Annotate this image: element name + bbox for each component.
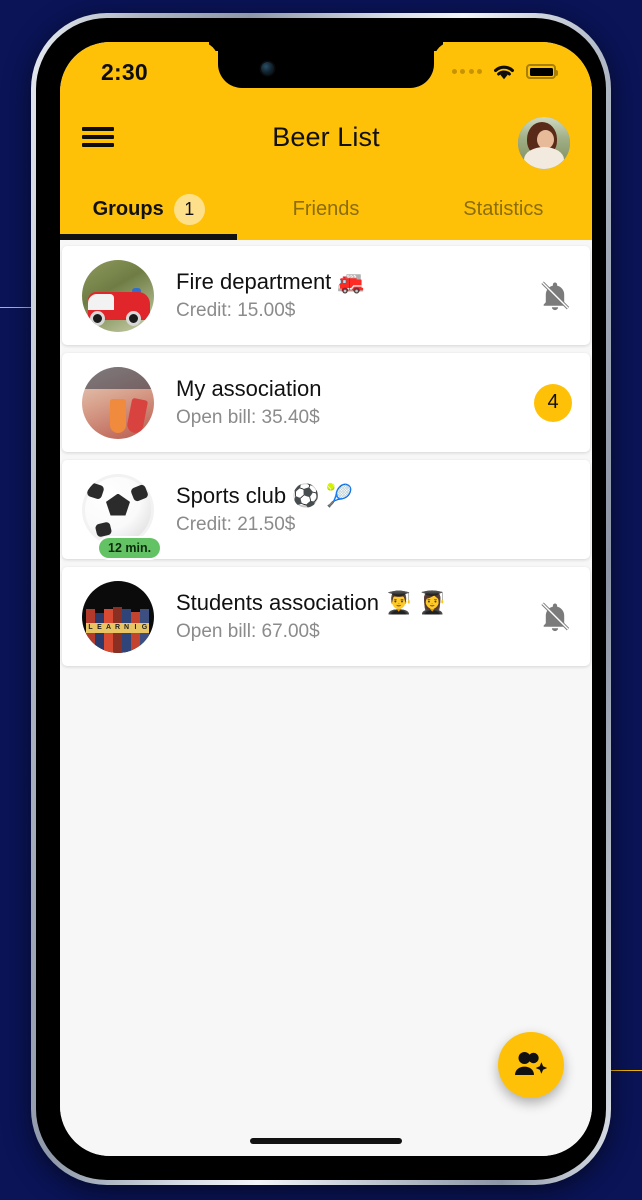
phone-notch bbox=[218, 42, 434, 88]
list-item[interactable]: My association Open bill: 35.40$ 4 bbox=[62, 353, 590, 452]
add-group-button[interactable] bbox=[498, 1032, 564, 1098]
battery-full-icon bbox=[526, 64, 558, 79]
tab-friends-label: Friends bbox=[292, 197, 360, 220]
page-title: Beer List bbox=[272, 122, 380, 152]
group-text: Students association 👨‍🎓 👩‍🎓 Open bill: … bbox=[154, 589, 538, 644]
phone-bezel: 2:30 Beer List Groups 1 Friends Statisti… bbox=[36, 18, 606, 1180]
group-subtitle: Open bill: 67.00$ bbox=[176, 621, 320, 643]
tab-groups-badge: 1 bbox=[173, 193, 205, 225]
phone-frame: 2:30 Beer List Groups 1 Friends Statisti… bbox=[31, 13, 611, 1185]
group-text: My association Open bill: 35.40$ bbox=[154, 375, 534, 430]
app-bar: Beer List bbox=[60, 104, 592, 178]
group-avatar-books: L E A R N I G bbox=[82, 580, 154, 653]
list-item[interactable]: 12 min. Sports club ⚽ 🎾 Credit: 21.50$ bbox=[62, 460, 590, 559]
group-title: Fire department 🚒 bbox=[176, 268, 365, 294]
group-avatar-soccer-ball bbox=[82, 473, 154, 546]
design-guide-line-left bbox=[0, 307, 33, 308]
group-avatar-drinks bbox=[82, 366, 154, 439]
group-title: Students association 👨‍🎓 👩‍🎓 bbox=[176, 589, 447, 615]
cellular-dots-icon bbox=[451, 69, 482, 74]
status-time: 2:30 bbox=[101, 59, 148, 85]
time-badge: 12 min. bbox=[99, 538, 161, 558]
group-subtitle: Credit: 15.00$ bbox=[176, 300, 296, 322]
add-group-member-icon bbox=[515, 1052, 548, 1075]
list-item[interactable]: Fire department 🚒 Credit: 15.00$ bbox=[62, 246, 590, 345]
group-text: Sports club ⚽ 🎾 Credit: 21.50$ bbox=[154, 482, 572, 537]
tab-bar: Groups 1 Friends Statistics bbox=[60, 178, 592, 240]
group-subtitle: Credit: 21.50$ bbox=[176, 514, 296, 536]
front-camera-icon bbox=[261, 62, 274, 75]
phone-screen: 2:30 Beer List Groups 1 Friends Statisti… bbox=[60, 42, 592, 1156]
home-indicator[interactable] bbox=[250, 1138, 402, 1144]
group-title: My association bbox=[176, 375, 322, 401]
group-text: Fire department 🚒 Credit: 15.00$ bbox=[154, 268, 538, 323]
tab-groups[interactable]: Groups 1 bbox=[60, 178, 238, 240]
list-item[interactable]: L E A R N I G Students association 👨‍🎓 👩… bbox=[62, 567, 590, 666]
group-subtitle: Open bill: 35.40$ bbox=[176, 407, 320, 429]
tab-friends[interactable]: Friends bbox=[237, 178, 414, 240]
group-avatar-fire-truck bbox=[82, 259, 154, 332]
tab-groups-label: Groups bbox=[92, 197, 164, 220]
status-badge[interactable]: 4 bbox=[534, 383, 572, 422]
status-indicators bbox=[451, 62, 558, 81]
group-title: Sports club ⚽ 🎾 bbox=[176, 482, 354, 508]
tab-statistics[interactable]: Statistics bbox=[415, 178, 592, 240]
group-list[interactable]: Fire department 🚒 Credit: 15.00$ My asso… bbox=[60, 240, 592, 1156]
avatar[interactable] bbox=[518, 117, 570, 169]
bell-muted-icon[interactable] bbox=[538, 279, 572, 313]
wifi-icon bbox=[494, 65, 514, 80]
bell-muted-icon[interactable] bbox=[538, 600, 572, 634]
tab-statistics-label: Statistics bbox=[463, 197, 544, 220]
